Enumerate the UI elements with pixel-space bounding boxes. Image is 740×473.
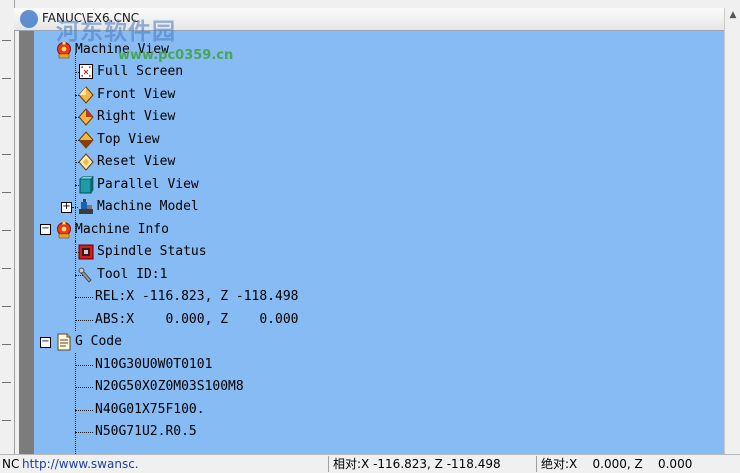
- status-relative-position: 相对:X -116.823, Z -118.498: [333, 457, 501, 471]
- tree-label: Spindle Status: [97, 244, 207, 259]
- edge-tick: [2, 154, 11, 155]
- gcode-line[interactable]: N40G01X75F100.: [95, 400, 205, 420]
- status-app-text: NC: [2, 457, 20, 471]
- machine-tree: Machine View Full Screen Front View Righ…: [34, 31, 724, 454]
- status-separator: [328, 456, 329, 472]
- gcode-text: N10G30U0W0T0101: [95, 357, 213, 372]
- collapse-toggle-machine-info[interactable]: −: [40, 224, 51, 235]
- tree-connector: [75, 241, 76, 331]
- tree-node-g-code[interactable]: G Code: [56, 332, 122, 352]
- gcode-text: N20G50X0Z0M03S100M8: [95, 379, 244, 394]
- tree-node-abs-position[interactable]: ABS:X 0.000, Z 0.000: [95, 310, 299, 330]
- edge-tick: [2, 268, 11, 269]
- watermark-text: 河东软件园: [56, 19, 176, 45]
- vertical-scrollbar[interactable]: ▲: [724, 8, 740, 454]
- abs-position-value: ABS:X 0.000, Z 0.000: [95, 312, 299, 327]
- status-absolute-position: 绝对:X 0.000, Z 0.000: [541, 457, 693, 471]
- watermark-url: www.pc0359.cn: [118, 48, 234, 63]
- tree-node-right-view[interactable]: Right View: [78, 107, 175, 127]
- edge-tick: [2, 230, 11, 231]
- collapse-toggle-g-code[interactable]: −: [40, 337, 51, 348]
- scroll-up-icon[interactable]: ▲: [728, 10, 738, 20]
- tree-node-spindle-status[interactable]: Spindle Status: [78, 242, 207, 262]
- parallel-view-icon: [79, 176, 94, 194]
- tree-node-tool-id[interactable]: Tool ID:1: [78, 265, 167, 285]
- rel-position-value: REL:X -116.823, Z -118.498: [95, 289, 299, 304]
- tree-label: Machine Model: [97, 199, 199, 214]
- edge-tick: [2, 306, 11, 307]
- tree-node-rel-position[interactable]: REL:X -116.823, Z -118.498: [95, 287, 299, 307]
- tree-connector: [75, 320, 93, 321]
- machine-model-icon: [79, 199, 93, 214]
- tree-label: Top View: [97, 132, 160, 147]
- tree-node-machine-info[interactable]: Machine Info: [56, 220, 169, 240]
- tree-connector: [75, 365, 93, 366]
- status-bar: NC http://www.swansc. 相对:X -116.823, Z -…: [0, 454, 740, 473]
- tree-label: Reset View: [97, 154, 176, 169]
- top-view-icon: [78, 131, 94, 149]
- tree-connector: [75, 387, 93, 388]
- edge-tick: [2, 420, 11, 421]
- edge-tick: [2, 78, 11, 79]
- edge-tick: [2, 116, 11, 117]
- tree-label: Right View: [97, 109, 176, 124]
- tree-label: Front View: [97, 87, 176, 102]
- app-logo-icon: [20, 10, 38, 28]
- gcode-line[interactable]: N50G71U2.R0.5: [95, 422, 197, 442]
- tree-node-machine-model[interactable]: Machine Model: [78, 197, 199, 217]
- tree-node-reset-view[interactable]: Reset View: [78, 152, 175, 172]
- gcode-text: N50G71U2.R0.5: [95, 424, 197, 439]
- edge-tick: [2, 40, 11, 41]
- document-icon: [57, 333, 71, 351]
- reset-view-icon: [78, 153, 94, 171]
- left-panel-edge: [0, 0, 15, 454]
- edge-tick: [2, 382, 11, 383]
- tree-connector: [75, 410, 93, 411]
- expand-toggle-machine-model[interactable]: +: [61, 202, 72, 213]
- tree-label: G Code: [75, 334, 122, 349]
- tree-label: Machine Info: [75, 222, 169, 237]
- wrench-icon: [78, 267, 92, 283]
- tree-label: Tool ID:1: [97, 267, 168, 282]
- tree-node-parallel-view[interactable]: Parallel View: [78, 175, 199, 195]
- status-separator: [536, 456, 537, 472]
- tree-connector: [75, 432, 93, 433]
- gcode-line[interactable]: N20G50X0Z0M03S100M8: [95, 377, 244, 397]
- edge-tick: [2, 192, 11, 193]
- tree-label: Full Screen: [97, 64, 184, 79]
- machine-info-icon: [57, 222, 71, 239]
- tree-gutter: [19, 31, 34, 454]
- spindle-icon: [78, 244, 94, 260]
- tree-connector: [75, 353, 76, 454]
- gcode-text: N40G01X75F100.: [95, 402, 205, 417]
- full-screen-icon: [79, 64, 93, 79]
- tree-connector: [75, 53, 76, 243]
- front-view-icon: [78, 86, 94, 104]
- edge-tick: [2, 344, 11, 345]
- status-url: http://www.swansc.: [22, 457, 139, 471]
- gcode-line[interactable]: N10G30U0W0T0101: [95, 355, 212, 375]
- right-view-icon: [78, 108, 94, 126]
- tree-connector: [75, 297, 93, 298]
- tree-node-full-screen[interactable]: Full Screen: [78, 62, 183, 82]
- tree-node-front-view[interactable]: Front View: [78, 85, 175, 105]
- tree-node-top-view[interactable]: Top View: [78, 130, 160, 150]
- tree-label: Parallel View: [97, 177, 199, 192]
